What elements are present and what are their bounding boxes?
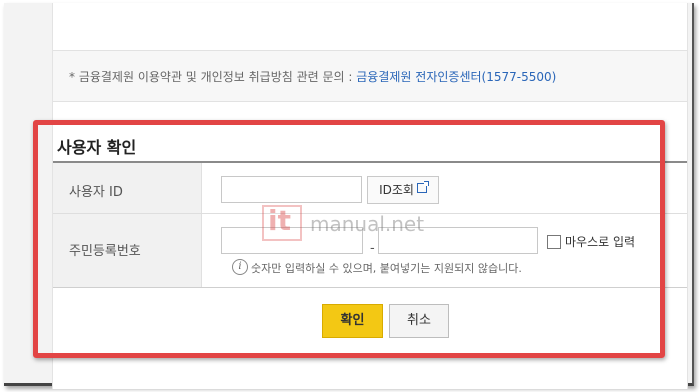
helper-text: 숫자만 입력하실 수 있으며, 붙여넣기는 지원되지 않습니다. xyxy=(251,262,522,275)
notice-prefix: * 금융결제원 이용약관 및 개인정보 취급방침 관련 문의 : xyxy=(69,70,357,84)
watermark-logo: it xyxy=(268,204,291,237)
watermark-text: manual.net xyxy=(310,212,425,236)
notice-text: * 금융결제원 이용약관 및 개인정보 취급방침 관련 문의 : 금융결제원 전… xyxy=(69,68,556,85)
mouse-input-checkbox[interactable] xyxy=(547,235,561,249)
confirm-button[interactable]: 확인 xyxy=(322,304,383,338)
section-title: 사용자 확인 xyxy=(57,138,137,157)
info-icon: i xyxy=(232,259,248,275)
inquiry-notice: * 금융결제원 이용약관 및 개인정보 취급방침 관련 문의 : 금융결제원 전… xyxy=(53,50,687,102)
rrn-separator: - xyxy=(370,241,375,256)
cancel-button[interactable]: 취소 xyxy=(389,304,449,338)
mouse-input-label[interactable]: 마우스로 입력 xyxy=(565,233,635,250)
user-id-input[interactable] xyxy=(221,176,362,203)
certification-center-link[interactable]: 금융결제원 전자인증센터(1577-5500) xyxy=(356,70,556,84)
id-lookup-button[interactable]: ID조회 xyxy=(367,176,439,204)
user-id-label: 사용자 ID xyxy=(69,185,123,200)
external-link-icon xyxy=(416,181,429,193)
rrn-label: 주민등록번호 xyxy=(69,244,141,259)
id-lookup-label: ID조회 xyxy=(379,183,414,197)
